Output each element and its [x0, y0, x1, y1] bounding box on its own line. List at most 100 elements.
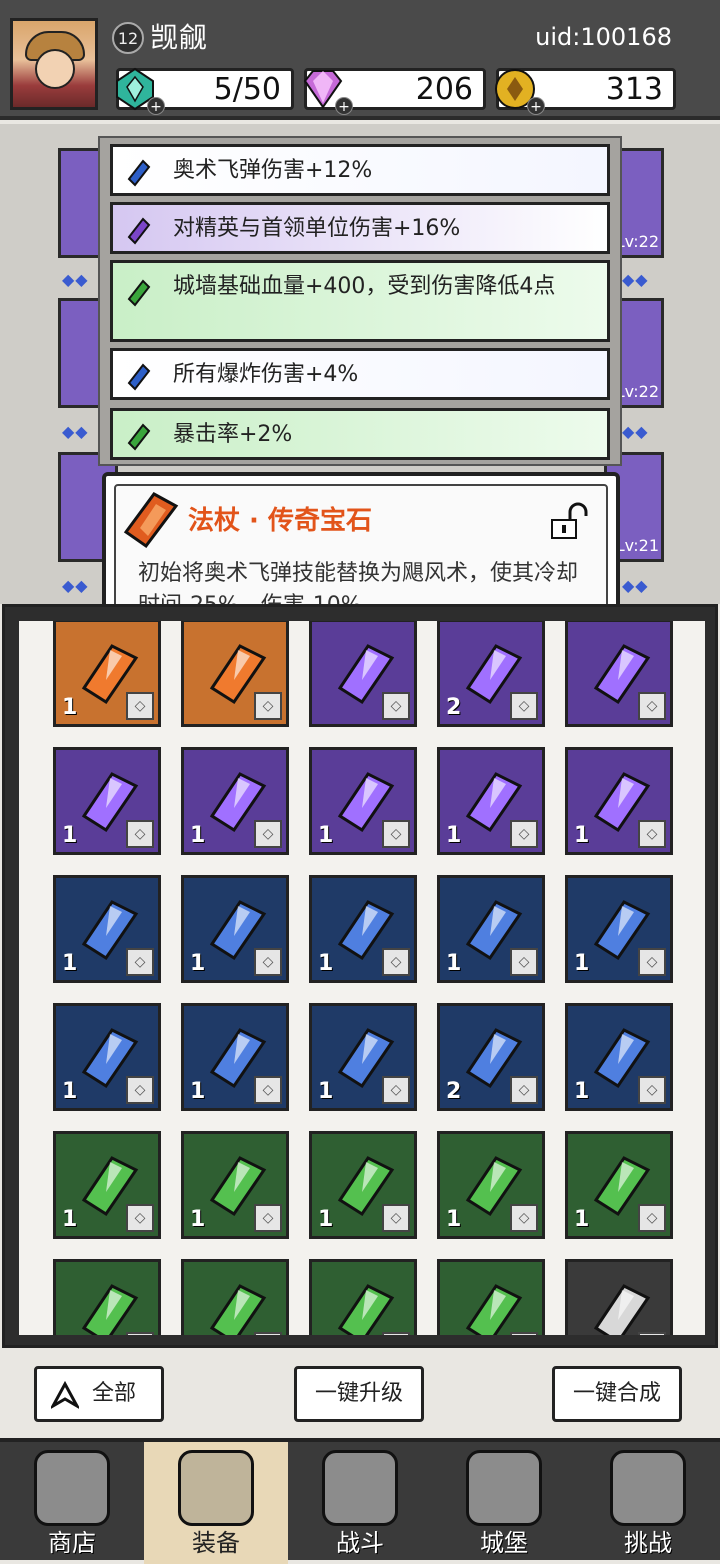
equipment-level: Lv:22	[615, 232, 659, 251]
gem-count: 1	[190, 823, 206, 848]
gem-count: 2	[446, 1079, 462, 1104]
gem-slot[interactable]: 1 ◇	[565, 875, 673, 983]
gem-slot[interactable]: ◇	[309, 1259, 417, 1335]
gem-slot[interactable]: ◇	[565, 621, 673, 727]
stat-row: 对精英与首领单位伤害+16%	[110, 202, 610, 254]
gem-count: 1	[446, 823, 462, 848]
equipment-type-icon: ◇	[510, 1204, 538, 1232]
stat-row: 奥术飞弹伤害+12%	[110, 144, 610, 196]
add-diamond-icon[interactable]: +	[335, 97, 353, 115]
gem-slot[interactable]: 1 ◇	[565, 747, 673, 855]
gem-slot[interactable]: 2 ◇	[437, 621, 545, 727]
nav-label: 城堡	[480, 1529, 528, 1557]
equipment-type-icon: ◇	[510, 692, 538, 720]
gem-slot[interactable]: 2 ◇	[437, 1003, 545, 1111]
gem-slot[interactable]: ◇	[309, 621, 417, 727]
nav-item-backpack[interactable]: 装备	[144, 1442, 288, 1564]
equipment-type-icon: ◇	[638, 820, 666, 848]
equipment-type-icon: ◇	[510, 1332, 538, 1335]
gem-count: 1	[190, 951, 206, 976]
gem-slot[interactable]: 1 ◇	[437, 1131, 545, 1239]
gem-count: 1	[62, 823, 78, 848]
coin-value: 313	[605, 72, 663, 107]
equipment-type-icon: ◇	[638, 1332, 666, 1335]
energy-counter[interactable]: + 5/50	[116, 67, 294, 115]
gem-slot[interactable]: 1 ◇	[181, 747, 289, 855]
gem-slot[interactable]: ◇	[181, 621, 289, 727]
gem-slot[interactable]: 1 ◇	[309, 875, 417, 983]
legendary-gem-icon	[123, 492, 179, 549]
gem-count: 1	[446, 951, 462, 976]
shop-icon	[34, 1450, 110, 1526]
equipment-type-icon: ◇	[254, 948, 282, 976]
energy-value: 5/50	[213, 72, 281, 107]
gem-count: 1	[574, 1207, 590, 1232]
equipment-type-icon: ◇	[382, 820, 410, 848]
gem-count: 1	[62, 1079, 78, 1104]
gem-stats-panel: 奥术飞弹伤害+12% 对精英与首领单位伤害+16% 城墙基础血量+400，受到伤…	[98, 136, 622, 466]
green-gem-icon	[81, 1284, 139, 1335]
one-click-merge-button[interactable]: 一键合成	[552, 1366, 682, 1422]
nav-item-crossed-swords[interactable]: 战斗	[288, 1442, 432, 1564]
gem-count: 1	[574, 1079, 590, 1104]
add-coin-icon[interactable]: +	[527, 97, 545, 115]
gem-count: 1	[62, 951, 78, 976]
gem-slot[interactable]: ◇	[181, 1259, 289, 1335]
coin-counter[interactable]: + 313	[495, 68, 676, 115]
gem-slot[interactable]: 1 ◇	[437, 747, 545, 855]
locked-challenge-icon	[610, 1450, 686, 1526]
gem-slot[interactable]: 1 ◇	[53, 1131, 161, 1239]
diamond-counter[interactable]: + 206	[303, 68, 486, 115]
top-status-bar: 12 觊觎 uid:100168 + 5/50 + 206 + 313	[0, 0, 720, 120]
add-energy-icon[interactable]: +	[147, 97, 165, 115]
diamond-value: 206	[415, 72, 473, 107]
nav-item-locked-challenge[interactable]: 挑战	[576, 1442, 720, 1564]
stat-row: 城墙基础血量+400，受到伤害降低4点	[110, 260, 610, 342]
equipment-type-icon: ◇	[254, 1332, 282, 1335]
gem-slot[interactable]: 1 ◇	[437, 875, 545, 983]
nav-item-castle[interactable]: 城堡	[432, 1442, 576, 1564]
gem-slot[interactable]: 1 ◇	[181, 875, 289, 983]
nav-label: 商店	[48, 1529, 96, 1557]
socket-dots: ◆◆	[62, 270, 89, 289]
stat-row: 暴击率+2%	[110, 408, 610, 460]
gem-slot[interactable]: 1 ◇	[309, 1131, 417, 1239]
unlock-icon[interactable]	[548, 502, 588, 542]
gem-slot[interactable]: 1 ◇	[181, 1003, 289, 1111]
gem-slot[interactable]: 1 ◇	[309, 1003, 417, 1111]
equipment-level: Lv:22	[615, 382, 659, 401]
gem-slot[interactable]: 1 ◇	[53, 1003, 161, 1111]
socket-dots: ◆◆	[622, 576, 649, 595]
gem-slot[interactable]: 1 ◇	[181, 1131, 289, 1239]
stat-text: 奥术飞弹伤害+12%	[173, 158, 373, 183]
green-gem-icon	[127, 423, 151, 451]
equipment-type-icon: ◇	[382, 948, 410, 976]
equipment-type-icon: ◇	[382, 1332, 410, 1335]
gem-slot[interactable]: 1 ◇	[309, 747, 417, 855]
castle-icon	[466, 1450, 542, 1526]
gem-slot[interactable]: 1 ◇	[565, 1131, 673, 1239]
blue-gem-icon	[127, 159, 151, 187]
one-click-upgrade-button[interactable]: 一键升级	[294, 1366, 424, 1422]
player-name: 觊觎	[150, 21, 209, 54]
filter-all-button[interactable]: 全部	[34, 1366, 164, 1422]
gem-slot[interactable]: ◇	[53, 1259, 161, 1335]
gem-slot[interactable]: 1 ◇	[53, 747, 161, 855]
gem-slot[interactable]: 1 ◇	[53, 621, 161, 727]
player-avatar[interactable]	[10, 18, 98, 110]
nav-item-shop[interactable]: 商店	[0, 1442, 144, 1564]
green-gem-icon	[337, 1284, 395, 1335]
equipment-type-icon: ◇	[126, 1332, 154, 1335]
player-level-badge: 12	[112, 22, 144, 54]
player-uid: uid:100168	[535, 23, 672, 51]
gem-slot[interactable]: ◇	[437, 1259, 545, 1335]
stat-text: 暴击率+2%	[173, 422, 293, 447]
gem-slot[interactable]: 1 ◇	[53, 875, 161, 983]
triangle-up-icon	[51, 1381, 79, 1409]
gem-count: 1	[62, 695, 78, 720]
gem-count: 1	[318, 823, 334, 848]
gem-slot[interactable]: 1 ◇	[565, 1003, 673, 1111]
gem-grid[interactable]: 1 ◇ ◇ ◇ 2 ◇ ◇ 1 ◇ 1 ◇ 1 ◇ 1 ◇ 1 ◇ 1 ◇ 1 ◇ 1 ◇ 1 ◇ 1 ◇ 1 ◇ 1 ◇ 1 ◇ 2 ◇ 1 ◇ 1 ◇ 1…	[19, 621, 705, 1335]
equipment-type-icon: ◇	[126, 820, 154, 848]
gem-slot[interactable]: ◇	[565, 1259, 673, 1335]
